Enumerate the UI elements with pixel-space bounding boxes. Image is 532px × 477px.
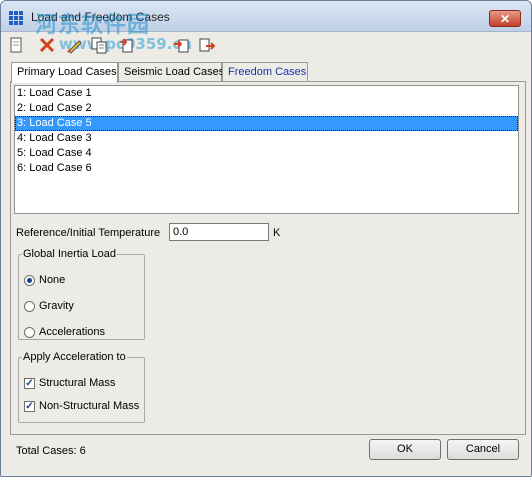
copy-icon[interactable] (89, 35, 109, 55)
apply-acceleration-title: Apply Acceleration to (23, 351, 126, 363)
radio-accelerations[interactable]: Accelerations (24, 326, 105, 338)
delete-icon[interactable] (37, 35, 57, 55)
reference-temperature-label: Reference/Initial Temperature (16, 227, 161, 239)
checkmark-icon[interactable]: ✓ (24, 377, 35, 389)
list-item[interactable]: 6: Load Case 6 (15, 161, 518, 176)
total-cases-status: Total Cases: 6 (16, 445, 86, 457)
load-case-list[interactable]: 1: Load Case 1 2: Load Case 2 3: Load Ca… (14, 85, 519, 214)
toolbar (7, 35, 507, 57)
new-icon[interactable] (7, 35, 27, 55)
tab-seismic-load-cases[interactable]: Seismic Load Cases (118, 62, 224, 81)
load-freedom-cases-dialog: Load and Freedom Cases 河东软件园 ✕ www.pc035… (0, 0, 532, 477)
radio-gravity[interactable]: Gravity (24, 300, 74, 312)
edit-icon[interactable] (65, 35, 85, 55)
list-item[interactable]: 2: Load Case 2 (15, 101, 518, 116)
list-item[interactable]: 4: Load Case 3 (15, 131, 518, 146)
tab-freedom-cases[interactable]: Freedom Cases (222, 62, 308, 81)
tab-primary-load-cases[interactable]: Primary Load Cases (11, 62, 118, 83)
radio-button[interactable] (24, 300, 35, 312)
list-item-selected[interactable]: 3: Load Case 5 (15, 116, 518, 131)
reference-temperature-input[interactable] (169, 223, 269, 241)
list-item[interactable]: 1: Load Case 1 (15, 86, 518, 101)
cancel-button[interactable]: Cancel (447, 439, 519, 460)
radio-label: Gravity (39, 300, 74, 312)
radio-button[interactable] (24, 326, 35, 338)
close-button[interactable]: ✕ (489, 10, 521, 27)
radio-label: Accelerations (39, 326, 106, 338)
list-item[interactable]: 5: Load Case 4 (15, 146, 518, 161)
radio-none[interactable]: None (24, 274, 65, 286)
reference-temperature-unit: K (273, 227, 281, 239)
apply-acceleration-group: Apply Acceleration to ✓ Structural Mass … (18, 351, 145, 423)
export-icon[interactable] (197, 35, 217, 55)
import-icon[interactable] (172, 35, 192, 55)
checkbox-non-structural-mass[interactable]: ✓ Non-Structural Mass (24, 400, 139, 412)
checkbox-label: Non-Structural Mass (39, 400, 140, 412)
rename-icon[interactable] (117, 35, 137, 55)
checkmark-icon[interactable]: ✓ (24, 400, 35, 412)
checkbox-structural-mass[interactable]: ✓ Structural Mass (24, 377, 115, 389)
ok-button[interactable]: OK (369, 439, 441, 460)
app-icon (9, 11, 23, 25)
radio-button[interactable] (24, 274, 35, 286)
global-inertia-load-group: Global Inertia Load None Gravity Acceler… (18, 248, 145, 340)
global-inertia-load-title: Global Inertia Load (23, 248, 116, 260)
title-bar[interactable]: Load and Freedom Cases 河东软件园 ✕ (1, 1, 531, 38)
primary-load-cases-panel: 1: Load Case 1 2: Load Case 2 3: Load Ca… (10, 81, 526, 435)
checkbox-label: Structural Mass (39, 377, 116, 389)
radio-label: None (39, 274, 66, 286)
